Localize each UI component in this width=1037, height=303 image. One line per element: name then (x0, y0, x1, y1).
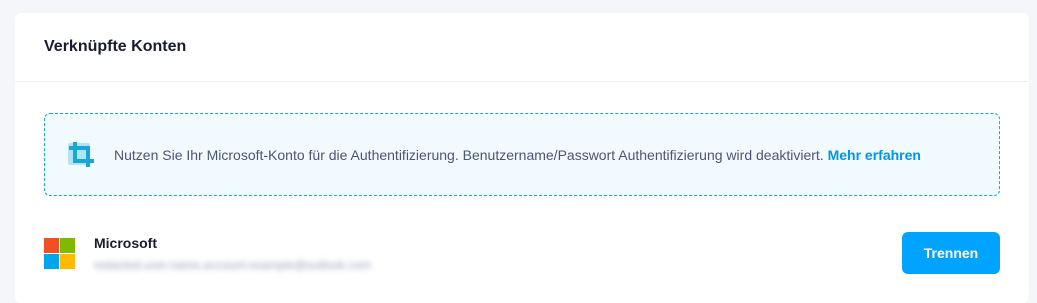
account-row-microsoft: Microsoft redacted.user.name.account.exa… (44, 232, 1000, 282)
account-provider-name: Microsoft (94, 235, 157, 251)
microsoft-logo-blue (44, 254, 59, 269)
microsoft-logo-red (44, 238, 59, 253)
notice-text: Nutzen Sie Ihr Microsoft-Konto für die A… (114, 144, 921, 166)
card-header: Verknüpfte Konten (15, 13, 1029, 82)
microsoft-logo-yellow (60, 254, 75, 269)
card-title: Verknüpfte Konten (44, 38, 187, 55)
crop-icon (68, 141, 94, 167)
linked-accounts-card: Verknüpfte Konten Nutzen Sie Ihr Microso… (15, 13, 1029, 303)
disconnect-button[interactable]: Trennen (902, 232, 1000, 274)
account-email-redacted: redacted.user.name.account.example@outlo… (94, 258, 372, 272)
info-notice: Nutzen Sie Ihr Microsoft-Konto für die A… (44, 113, 1000, 196)
microsoft-logo-green (60, 238, 75, 253)
microsoft-logo-icon (44, 238, 75, 269)
notice-message: Nutzen Sie Ihr Microsoft-Konto für die A… (114, 146, 828, 163)
learn-more-link[interactable]: Mehr erfahren (828, 147, 921, 163)
